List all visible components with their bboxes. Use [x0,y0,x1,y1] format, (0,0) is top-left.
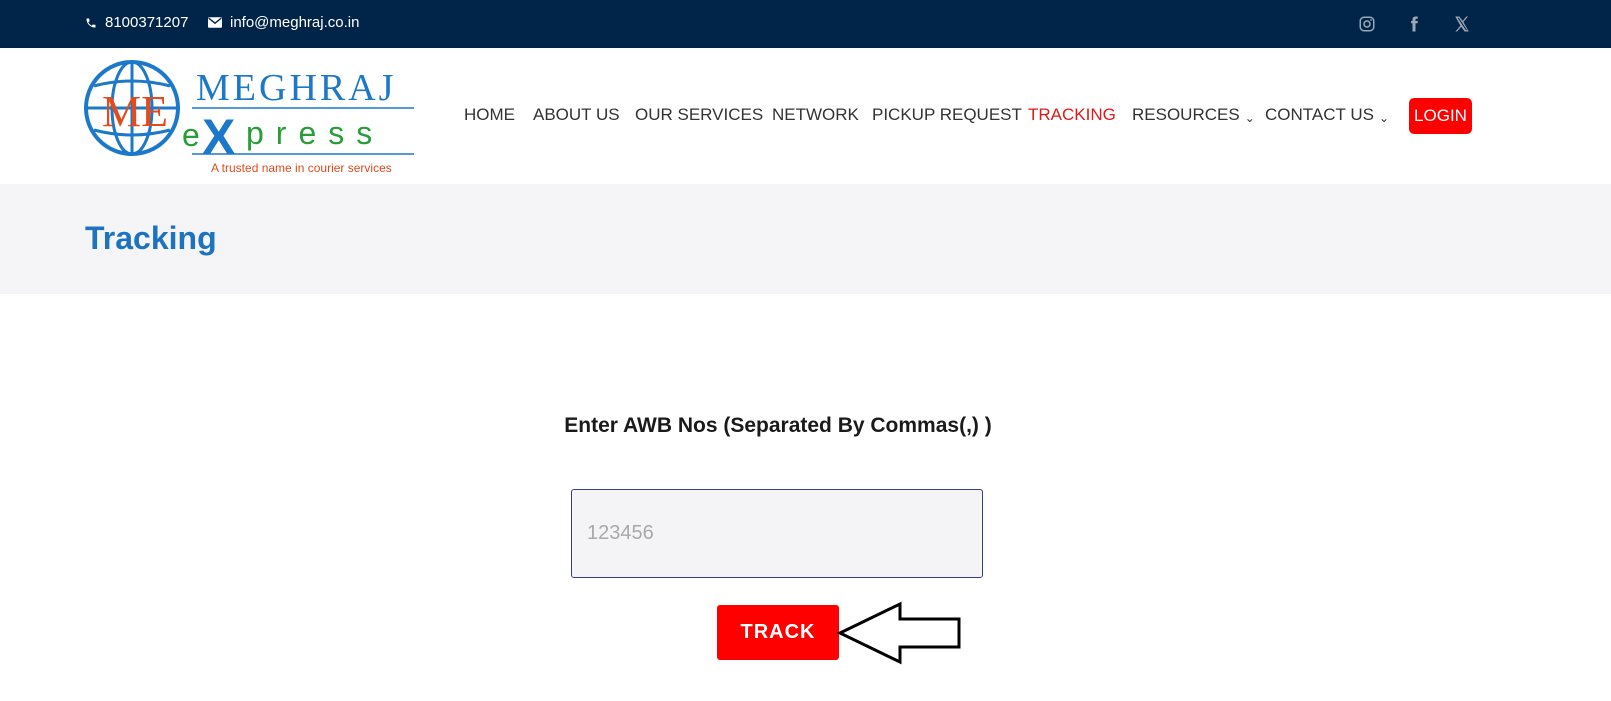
nav-about-us[interactable]: ABOUT US [533,105,620,125]
facebook-icon[interactable] [1402,12,1426,36]
nav-tracking-label: TRACKING [1028,105,1116,124]
phone-contact[interactable]: 8100371207 [85,14,188,31]
x-icon[interactable] [1450,12,1474,36]
nav-contact-us[interactable]: CONTACT US ⌄ [1265,105,1389,125]
page-title-bar [0,184,1611,294]
nav-pickup-request[interactable]: PICKUP REQUEST [872,105,1022,125]
envelope-icon [208,17,222,28]
page-title: Tracking [85,220,217,256]
email-contact[interactable]: info@meghraj.co.in [208,14,359,31]
svg-text:MEGHRAJ: MEGHRAJ [196,67,396,109]
nav-tracking[interactable]: TRACKING [1028,105,1116,125]
nav-contact-us-label: CONTACT US [1265,105,1374,124]
nav-resources-label: RESOURCES [1132,105,1240,124]
chevron-down-icon: ⌄ [1378,111,1389,125]
nav-network[interactable]: NETWORK [772,105,859,125]
nav-our-services[interactable]: OUR SERVICES [635,105,763,125]
email-address: info@meghraj.co.in [230,14,360,31]
nav-pickup-request-label: PICKUP REQUEST [872,105,1022,124]
track-button[interactable]: TRACK [717,605,839,660]
awb-label: Enter AWB Nos (Separated By Commas(,) ) [564,414,992,437]
nav-home[interactable]: HOME [464,105,515,125]
phone-icon [85,17,97,29]
nav-about-us-label: ABOUT US [533,105,620,124]
chevron-down-icon: ⌄ [1244,111,1255,125]
nav-resources[interactable]: RESOURCES ⌄ [1132,105,1255,125]
nav-our-services-label: OUR SERVICES [635,105,764,124]
instagram-icon[interactable] [1355,12,1379,36]
top-bar: 8100371207 info@meghraj.co.in [0,0,1611,48]
nav-home-label: HOME [464,105,515,124]
phone-number: 8100371207 [105,14,189,31]
arrow-left-icon [836,600,964,671]
main-nav: HOME ABOUT US OUR SERVICES NETWORK PICKU… [0,105,1611,127]
login-button[interactable]: LOGIN [1409,98,1472,134]
nav-network-label: NETWORK [772,105,859,124]
svg-text:A trusted name in courier serv: A trusted name in courier services [211,161,392,175]
awb-input[interactable] [571,489,983,578]
